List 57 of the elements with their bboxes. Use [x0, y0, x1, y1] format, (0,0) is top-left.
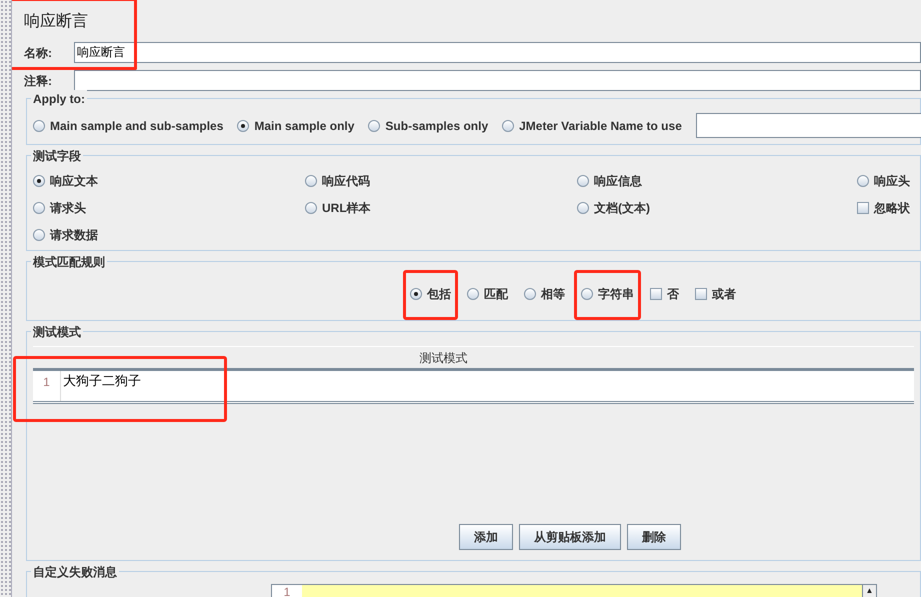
- radio-button[interactable]: [33, 175, 45, 187]
- panel-title: 响应断言: [24, 12, 88, 32]
- checkbox[interactable]: [857, 202, 869, 214]
- radio-button[interactable]: [524, 288, 536, 300]
- option-label: Main sample only: [254, 118, 354, 134]
- checkbox[interactable]: [650, 288, 662, 300]
- radio-button[interactable]: [577, 202, 589, 214]
- radio-button[interactable]: [33, 229, 45, 241]
- option-label: 忽略状: [874, 200, 910, 217]
- radio-button[interactable]: [368, 120, 380, 132]
- option-label: 匹配: [484, 286, 508, 303]
- option-label: URL样本: [322, 200, 371, 217]
- option-label: 相等: [541, 286, 565, 303]
- section-legend: 测试模式: [31, 323, 83, 341]
- option-label: 文档(文本): [594, 200, 650, 217]
- option-label: Main sample and sub-samples: [50, 118, 224, 134]
- option-label: 请求数据: [50, 227, 98, 244]
- option-label: 请求头: [50, 200, 86, 217]
- line-number: 1: [272, 585, 302, 597]
- radio-button[interactable]: [857, 175, 869, 187]
- column-header: 测试模式: [420, 350, 468, 366]
- radio-button[interactable]: [467, 288, 479, 300]
- section-legend: 测试字段: [31, 147, 83, 165]
- action-button[interactable]: 从剪贴板添加: [519, 524, 621, 550]
- radio-button[interactable]: [410, 288, 422, 300]
- option-label: 或者: [712, 286, 736, 303]
- radio-button[interactable]: [305, 175, 317, 187]
- field-label: 名称:: [24, 44, 53, 62]
- action-button[interactable]: 删除: [627, 524, 681, 550]
- section-legend: 自定义失败消息: [31, 563, 119, 581]
- radio-button[interactable]: [237, 120, 250, 132]
- section-legend: 模式匹配规则: [31, 253, 107, 271]
- field-label: 注释:: [24, 72, 53, 90]
- radio-button[interactable]: [305, 202, 317, 214]
- radio-button[interactable]: [33, 120, 45, 132]
- option-label: 响应信息: [594, 173, 642, 190]
- radio-button[interactable]: [577, 175, 589, 187]
- name-field[interactable]: 响应断言: [74, 42, 921, 63]
- option-label: 响应代码: [322, 173, 370, 190]
- option-label: Sub-samples only: [385, 118, 488, 134]
- option-label: 否: [667, 286, 679, 303]
- option-label: 包括: [427, 286, 451, 303]
- table-cell-text: 大狗子二狗子: [62, 372, 142, 390]
- radio-button[interactable]: [502, 120, 514, 132]
- radio-button[interactable]: [33, 202, 45, 214]
- action-button[interactable]: 添加: [459, 524, 513, 550]
- comment-field[interactable]: [74, 70, 921, 91]
- option-label: 字符串: [598, 286, 634, 303]
- variable-name-field[interactable]: [696, 113, 921, 138]
- splitter-handle[interactable]: [0, 0, 12, 597]
- option-label: 响应文本: [50, 173, 98, 190]
- option-label: JMeter Variable Name to use: [519, 118, 682, 134]
- section-legend: Apply to:: [31, 90, 87, 108]
- checkbox[interactable]: [695, 288, 707, 300]
- option-label: 响应头: [874, 173, 910, 190]
- radio-button[interactable]: [581, 288, 593, 300]
- line-number: 1: [33, 371, 61, 401]
